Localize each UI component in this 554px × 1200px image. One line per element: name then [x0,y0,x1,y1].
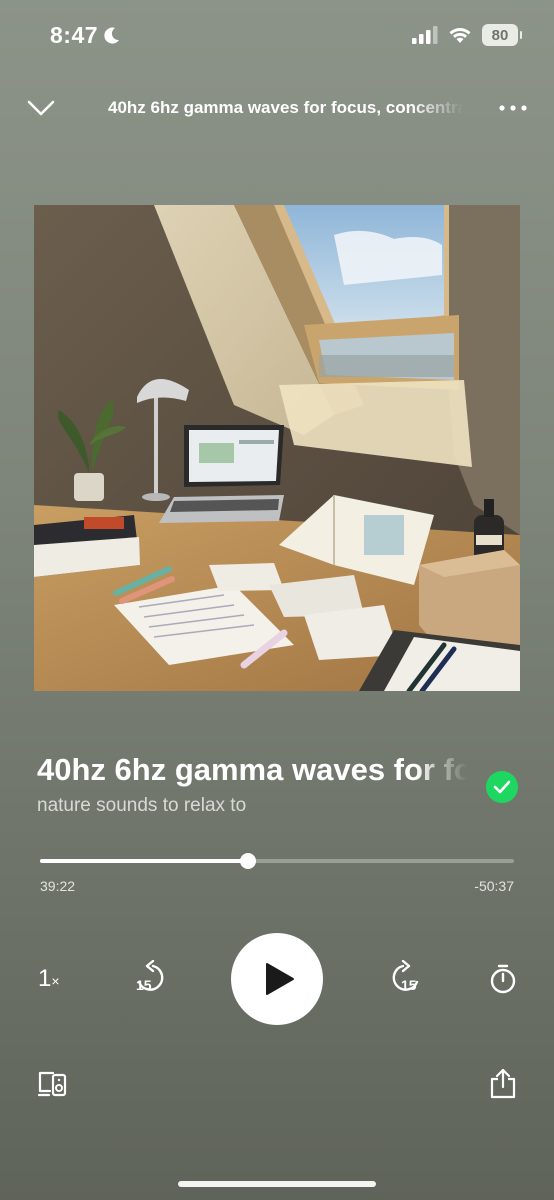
wifi-icon [449,28,471,43]
moon-icon [104,27,120,44]
status-time: 8:47 [50,22,120,49]
signal-icon [412,26,438,44]
skip-back-seconds: 15 [136,977,152,993]
share-icon[interactable] [488,1067,518,1099]
play-button[interactable] [231,933,323,1025]
skip-back-15-button[interactable]: 15 [131,960,169,996]
status-indicators: 80 [412,24,522,46]
status-time-text: 8:47 [50,22,99,48]
album-artwork [34,205,520,691]
home-indicator [178,1181,376,1187]
connect-device-icon[interactable] [37,1069,67,1097]
check-icon [493,780,511,794]
progress-handle[interactable] [239,853,256,869]
track-title: 40hz 6hz gamma waves for focus, concentr… [37,752,467,787]
chevron-down-icon[interactable] [26,96,56,120]
saved-check-button[interactable] [486,771,518,803]
elapsed-time: 39:22 [40,878,76,894]
skip-forward-15-button[interactable]: 15 [387,960,425,996]
battery-level: 80 [491,26,509,44]
progress-bar[interactable] [40,853,514,869]
play-icon [266,963,294,995]
speed-suffix: × [51,973,60,989]
header-title: 40hz 6hz gamma waves for focus, concentr… [108,98,464,117]
remaining-time: -50:37 [474,878,514,894]
sleep-timer-icon[interactable] [488,963,518,995]
speed-value: 1 [38,965,52,992]
skip-forward-seconds: 15 [401,977,417,993]
more-icon[interactable] [498,104,528,112]
track-subtitle[interactable]: nature sounds to relax to [37,795,246,817]
progress-fill [40,859,248,863]
battery-icon: 80 [482,24,522,46]
playback-speed-button[interactable]: 1× [38,965,60,993]
